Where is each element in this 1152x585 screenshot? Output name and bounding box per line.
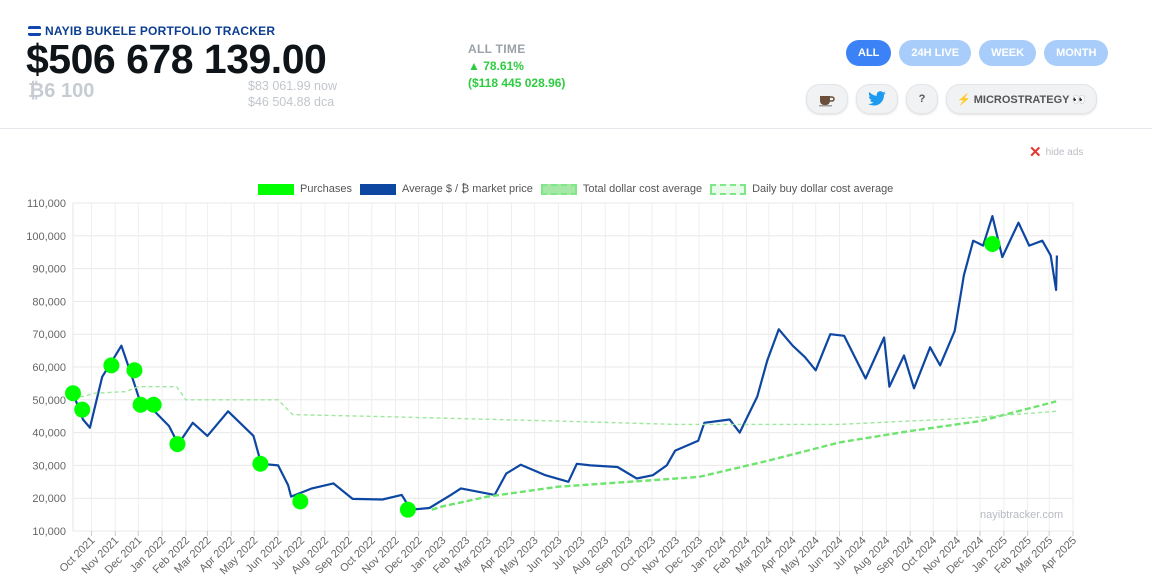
series-total-dca-line	[431, 400, 1057, 511]
purchase-point	[126, 362, 143, 379]
y-tick-label: 100,000	[26, 231, 66, 243]
purchase-point	[292, 493, 309, 510]
purchase-point	[145, 396, 162, 413]
y-tick-label: 90,000	[32, 264, 66, 276]
price-chart: 10,000 20,000 30,000 40,000 50,000 60,000 70,0…	[26, 198, 1080, 578]
y-axis: 10,000 20,000 30,000 40,000 50,000 60,000 70,0…	[26, 198, 66, 538]
purchase-point	[984, 236, 1001, 252]
purchase-point	[252, 455, 269, 472]
y-tick-label: 10,000	[32, 526, 66, 538]
chart-grid	[72, 202, 1074, 536]
purchase-point	[65, 385, 81, 402]
x-axis: Oct 2021Nov 2021Dec 2021Jan 2022Feb 2022…	[58, 535, 1080, 578]
y-tick-label: 20,000	[32, 493, 66, 505]
purchase-point	[103, 357, 120, 374]
purchase-point	[399, 501, 416, 518]
y-tick-label: 50,000	[32, 395, 66, 407]
watermark: nayibtracker.com	[980, 509, 1064, 521]
y-tick-label: 80,000	[32, 296, 66, 308]
y-tick-label: 70,000	[32, 329, 66, 341]
purchase-point	[74, 401, 91, 418]
purchase-point	[169, 436, 186, 453]
y-tick-label: 110,000	[27, 198, 66, 210]
y-tick-label: 60,000	[32, 362, 66, 374]
purchase-markers	[65, 236, 1001, 518]
y-tick-label: 30,000	[32, 460, 66, 472]
y-tick-label: 40,000	[32, 428, 66, 440]
